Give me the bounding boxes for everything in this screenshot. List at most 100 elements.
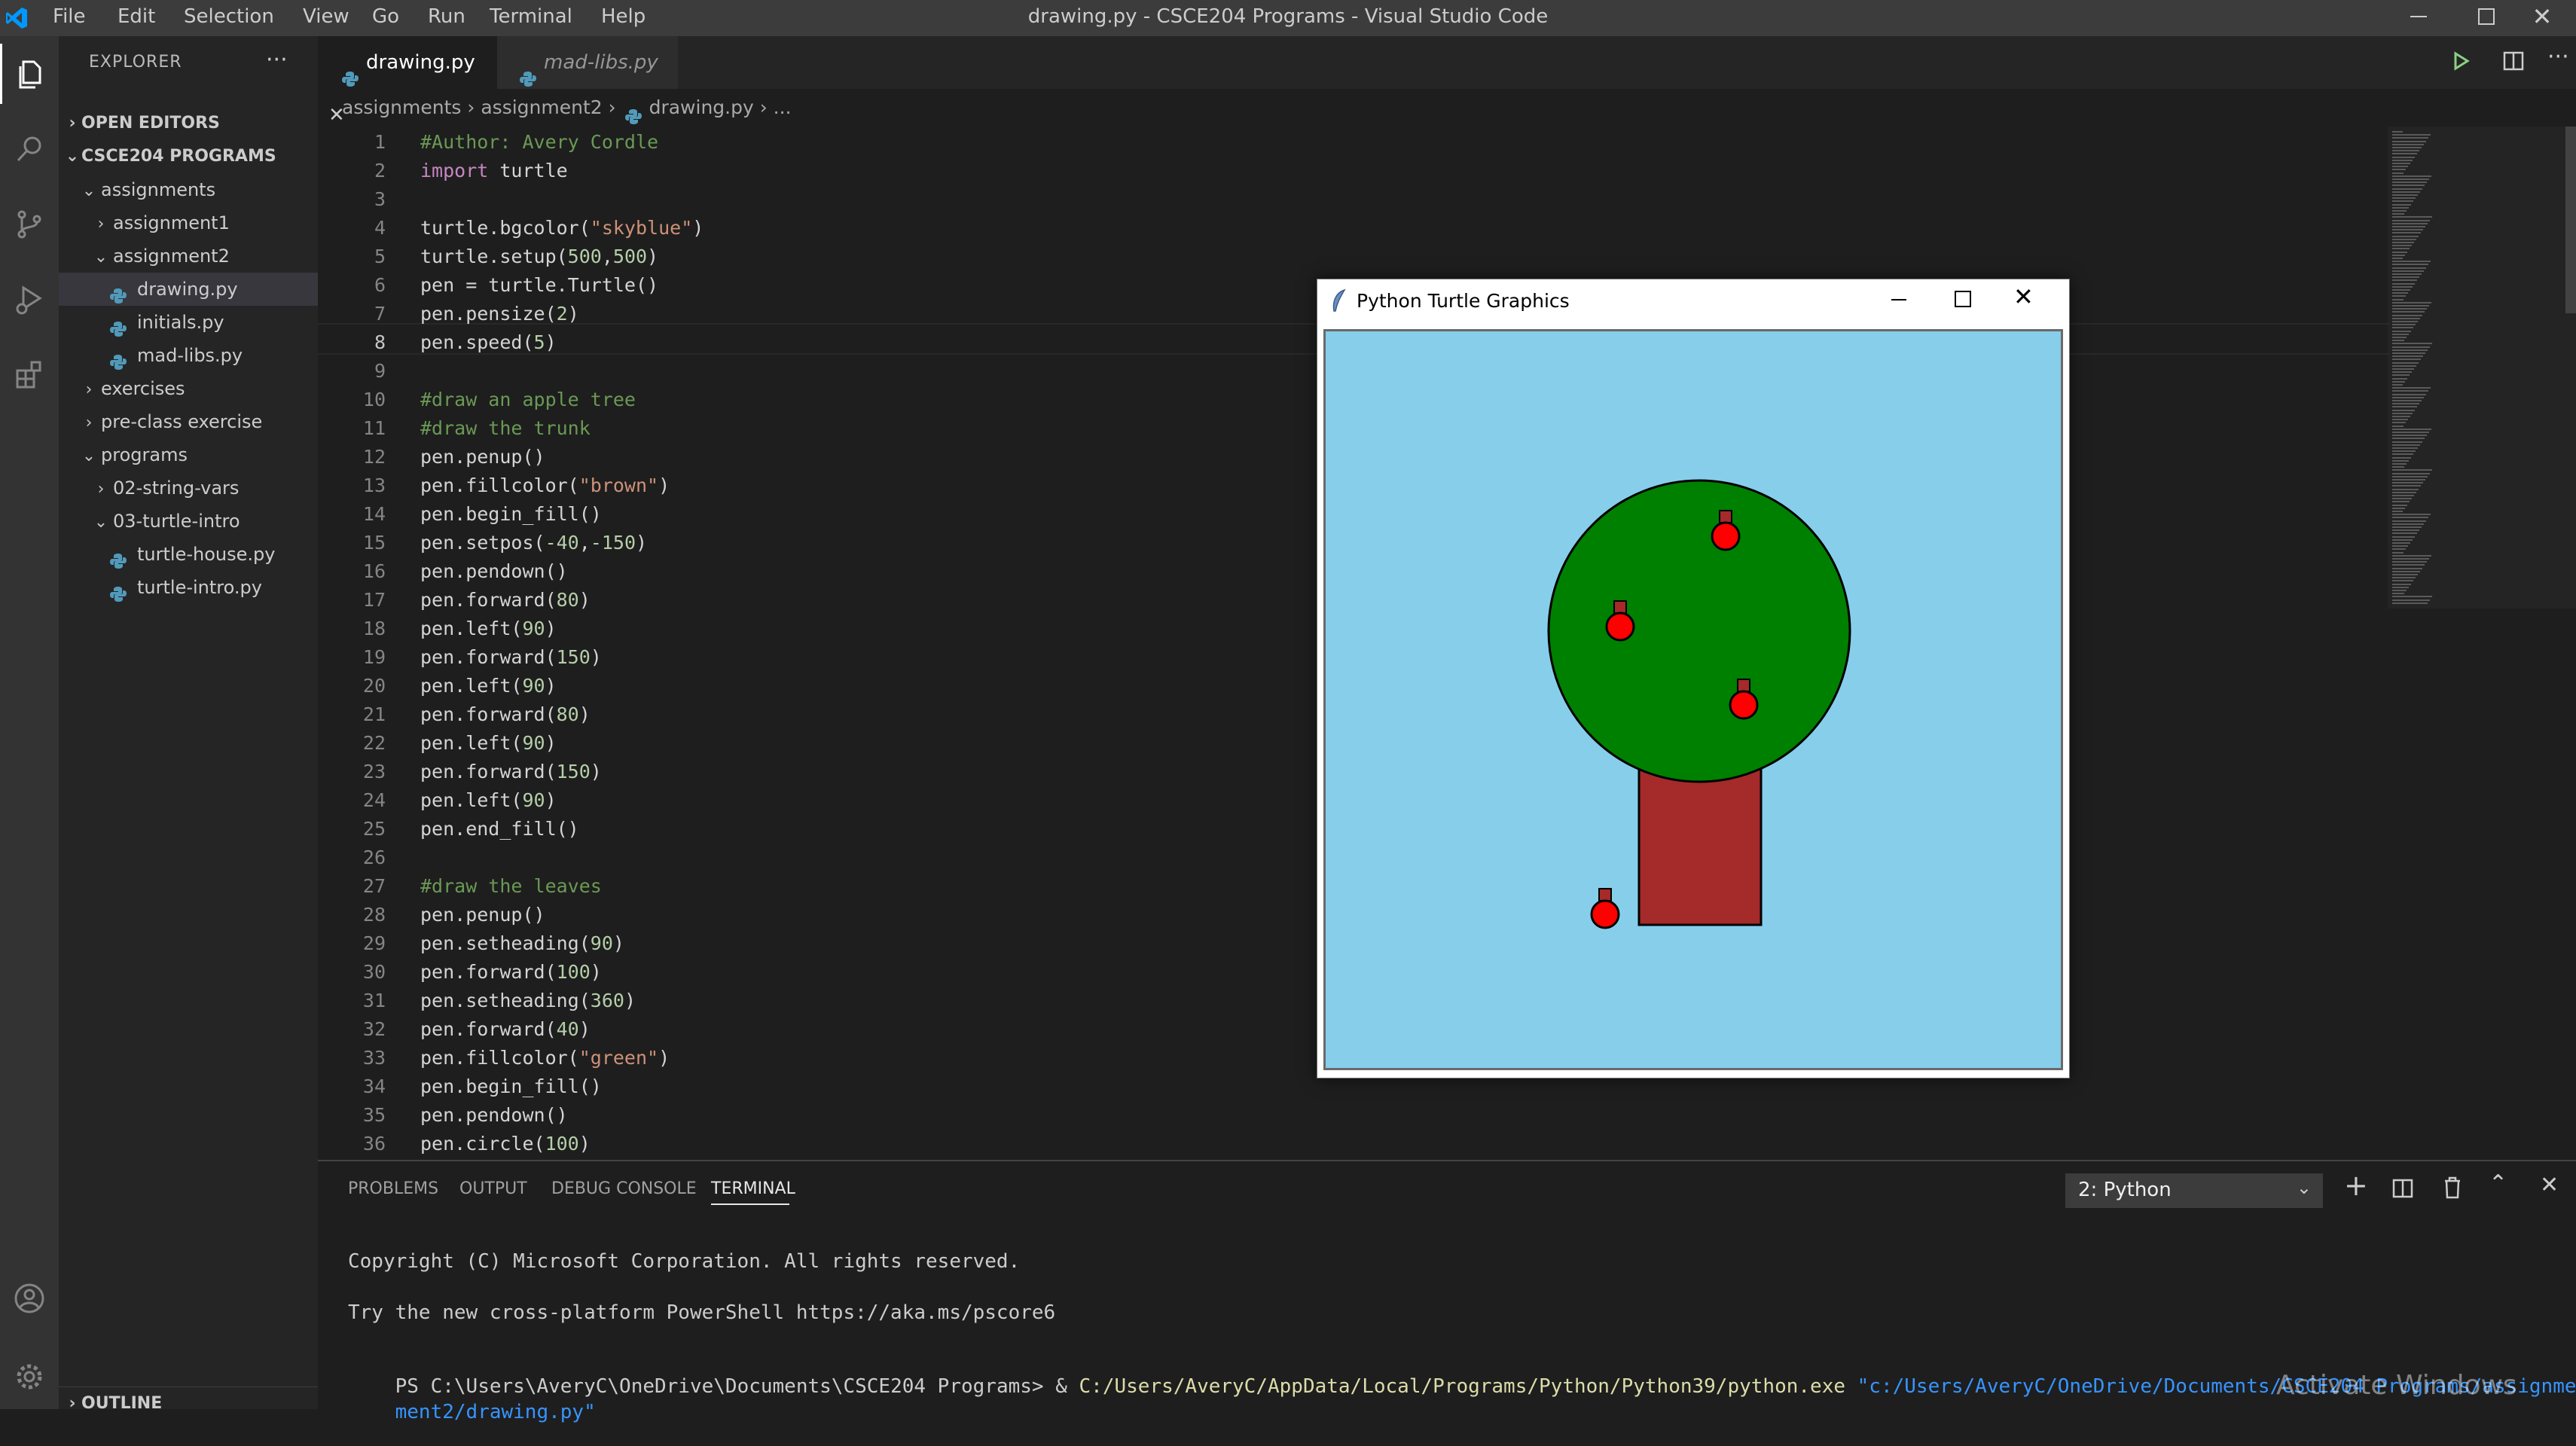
code-line[interactable]: pen.end_fill() bbox=[420, 818, 579, 840]
code-line[interactable]: pen.left(90) bbox=[420, 789, 557, 811]
search-activity[interactable] bbox=[0, 119, 59, 179]
editor-more-actions-icon[interactable]: ··· bbox=[2547, 44, 2569, 70]
turtle-maximize-button[interactable] bbox=[1955, 291, 1971, 307]
breadcrumb-item[interactable]: assignments bbox=[342, 96, 461, 118]
code-line[interactable]: pen.left(90) bbox=[420, 675, 557, 697]
tab-terminal[interactable]: TERMINAL bbox=[711, 1161, 795, 1217]
code-line[interactable]: pen.penup() bbox=[420, 904, 545, 926]
close-window-button[interactable]: ✕ bbox=[2508, 0, 2576, 33]
code-line[interactable]: import turtle bbox=[420, 160, 568, 182]
code-line[interactable]: pen.forward(100) bbox=[420, 961, 602, 983]
code-line[interactable]: #draw the leaves bbox=[420, 875, 602, 897]
code-line[interactable]: pen.penup() bbox=[420, 446, 545, 468]
minimize-button[interactable] bbox=[2385, 0, 2452, 33]
code-line[interactable]: pen.fillcolor("green") bbox=[420, 1047, 670, 1069]
code-line[interactable]: pen.setheading(90) bbox=[420, 932, 624, 954]
menu-terminal[interactable]: Terminal bbox=[490, 0, 572, 36]
folder-02-string-vars[interactable]: › 02-string-vars bbox=[59, 471, 318, 505]
file-mad-libs-py[interactable]: mad-libs.py bbox=[59, 339, 318, 372]
menu-edit[interactable]: Edit bbox=[118, 0, 155, 36]
code-line[interactable]: pen.setheading(360) bbox=[420, 990, 636, 1011]
code-line[interactable]: turtle.setup(500,500) bbox=[420, 246, 658, 267]
tab-drawing-py[interactable]: drawing.py ✕ bbox=[318, 36, 497, 127]
explorer-activity[interactable] bbox=[0, 44, 59, 104]
folder-assignment2[interactable]: ⌄ assignment2 bbox=[59, 239, 318, 273]
outline-section[interactable]: › OUTLINE bbox=[59, 1387, 318, 1420]
chevron-right-icon: › bbox=[467, 96, 481, 118]
folder-03-turtle-intro[interactable]: ⌄ 03-turtle-intro bbox=[59, 505, 318, 538]
tab-output[interactable]: OUTPUT bbox=[459, 1161, 527, 1217]
menu-run[interactable]: Run bbox=[428, 0, 465, 36]
code-line[interactable]: pen.pendown() bbox=[420, 560, 568, 582]
minimap-line bbox=[2392, 485, 2421, 487]
code-line[interactable]: pen.forward(40) bbox=[420, 1018, 591, 1040]
kill-terminal-button[interactable] bbox=[2442, 1176, 2463, 1202]
extensions-activity[interactable] bbox=[0, 345, 59, 405]
folder-exercises[interactable]: › exercises bbox=[59, 372, 318, 405]
minimap-line bbox=[2392, 396, 2424, 398]
code-line[interactable]: pen.left(90) bbox=[420, 618, 557, 639]
file-turtle-house-py[interactable]: turtle-house.py bbox=[59, 538, 318, 571]
code-line[interactable]: pen.forward(80) bbox=[420, 589, 591, 611]
terminal-select[interactable]: 2: Python ⌄ bbox=[2065, 1173, 2323, 1208]
split-editor-button[interactable] bbox=[2502, 50, 2525, 75]
vertical-scrollbar[interactable] bbox=[2565, 127, 2576, 313]
minimap-slider[interactable] bbox=[2388, 127, 2576, 609]
code-line[interactable]: pen.speed(5) bbox=[420, 331, 557, 353]
menu-view[interactable]: View bbox=[303, 0, 349, 36]
folder-programs[interactable]: ⌄ programs bbox=[59, 438, 318, 471]
new-terminal-button[interactable]: + bbox=[2344, 1169, 2368, 1202]
code-line[interactable]: pen.forward(150) bbox=[420, 646, 602, 668]
file-drawing-py[interactable]: drawing.py bbox=[59, 273, 318, 306]
turtle-window-titlebar[interactable]: Python Turtle Graphics ✕ bbox=[1317, 279, 2069, 325]
breadcrumb-item[interactable]: drawing.py bbox=[649, 96, 754, 118]
code-line[interactable]: #Author: Avery Cordle bbox=[420, 131, 658, 153]
folder-assignments[interactable]: ⌄ assignments bbox=[59, 173, 318, 206]
code-line[interactable]: #draw the trunk bbox=[420, 417, 591, 439]
code-line[interactable]: pen.fillcolor("brown") bbox=[420, 474, 670, 496]
project-section[interactable]: ⌄ CSCE204 PROGRAMS bbox=[59, 140, 318, 173]
turtle-close-button[interactable]: ✕ bbox=[2013, 282, 2034, 311]
split-terminal-button[interactable] bbox=[2392, 1178, 2413, 1202]
folder-assignment1[interactable]: › assignment1 bbox=[59, 206, 318, 239]
code-line[interactable]: pen.pendown() bbox=[420, 1104, 568, 1126]
source-control-activity[interactable] bbox=[0, 194, 59, 255]
menu-file[interactable]: File bbox=[53, 0, 86, 36]
code-line[interactable]: pen.setpos(-40,-150) bbox=[420, 532, 647, 554]
code-line[interactable]: pen.pensize(2) bbox=[420, 303, 579, 325]
file-initials-py[interactable]: initials.py bbox=[59, 306, 318, 339]
code-line[interactable]: #draw an apple tree bbox=[420, 389, 636, 410]
close-panel-button[interactable]: ✕ bbox=[2540, 1172, 2559, 1198]
breadcrumb-item[interactable]: assignment2 bbox=[481, 96, 602, 118]
file-turtle-intro-py[interactable]: turtle-intro.py bbox=[59, 571, 318, 604]
open-editors-section[interactable]: › OPEN EDITORS bbox=[59, 107, 318, 140]
run-python-file-button[interactable] bbox=[2449, 50, 2472, 75]
code-line[interactable]: pen = turtle.Turtle() bbox=[420, 274, 658, 296]
code-line[interactable]: pen.circle(100) bbox=[420, 1133, 591, 1155]
line-number: 22 bbox=[362, 732, 386, 754]
accounts-activity[interactable] bbox=[0, 1268, 59, 1329]
terminal-command-line[interactable]: PS C:\Users\AveryC\OneDrive\Documents\CS… bbox=[348, 1353, 2576, 1420]
folder-pre-class-exercise[interactable]: › pre-class exercise bbox=[59, 405, 318, 438]
code-line[interactable]: pen.begin_fill() bbox=[420, 503, 602, 525]
minimap-line bbox=[2392, 308, 2427, 310]
code-line[interactable]: pen.forward(80) bbox=[420, 703, 591, 725]
more-actions-icon[interactable]: ··· bbox=[266, 47, 288, 73]
manage-activity[interactable] bbox=[0, 1347, 59, 1407]
tab-mad-libs-py[interactable]: mad-libs.py bbox=[497, 36, 678, 89]
code-line[interactable]: pen.forward(150) bbox=[420, 761, 602, 782]
turtle-minimize-button[interactable] bbox=[1891, 299, 1906, 300]
run-debug-activity[interactable] bbox=[0, 270, 59, 330]
terminal-command-continuation: ment2/drawing.py" bbox=[395, 1401, 596, 1423]
menu-help[interactable]: Help bbox=[601, 0, 646, 36]
menu-selection[interactable]: Selection bbox=[184, 0, 274, 36]
menu-go[interactable]: Go bbox=[372, 0, 399, 36]
code-line[interactable]: turtle.bgcolor("skyblue") bbox=[420, 217, 704, 239]
code-line[interactable]: pen.begin_fill() bbox=[420, 1075, 602, 1097]
code-line[interactable]: pen.left(90) bbox=[420, 732, 557, 754]
minimap[interactable] bbox=[2388, 127, 2576, 1160]
maximize-panel-button[interactable]: ⌃ bbox=[2489, 1170, 2507, 1197]
breadcrumb-item[interactable]: ... bbox=[774, 96, 792, 118]
tab-debug-console[interactable]: DEBUG CONSOLE bbox=[551, 1161, 697, 1217]
tab-problems[interactable]: PROBLEMS bbox=[348, 1161, 438, 1217]
